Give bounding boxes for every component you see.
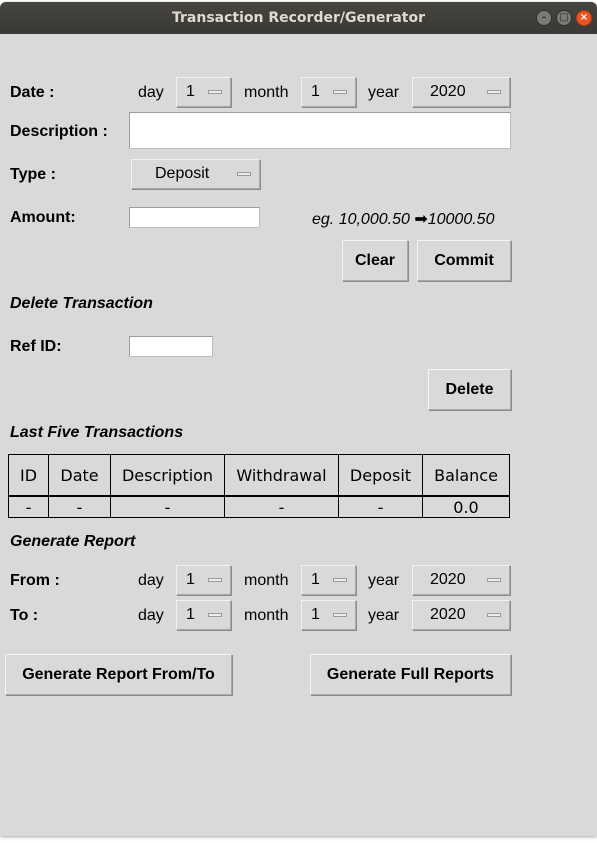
delete-section-heading: Delete Transaction bbox=[10, 295, 153, 312]
maximize-icon[interactable]: □ bbox=[556, 10, 572, 26]
amount-hint-suffix: 10000.50 bbox=[427, 211, 495, 228]
amount-hint-prefix: eg. 10,000.50 bbox=[312, 211, 410, 228]
amount-input[interactable] bbox=[129, 207, 260, 228]
to-month-label: month bbox=[244, 607, 289, 624]
column-header-date: Date bbox=[48, 454, 111, 497]
title-bar[interactable]: Transaction Recorder/Generator – □ × bbox=[0, 2, 597, 34]
column-header-description: Description bbox=[110, 454, 225, 497]
date-day-label: day bbox=[138, 84, 164, 101]
table-cell: - bbox=[224, 495, 339, 518]
table-cell: - bbox=[338, 495, 423, 518]
to-month-select[interactable]: 1 bbox=[301, 600, 356, 630]
from-label: From : bbox=[10, 572, 60, 589]
to-label: To : bbox=[10, 607, 39, 624]
column-header-withdrawal: Withdrawal bbox=[224, 454, 339, 497]
generate-report-from-to-button[interactable]: Generate Report From/To bbox=[5, 654, 232, 695]
arrow-right-icon: ➡ bbox=[414, 211, 428, 228]
from-year-label: year bbox=[368, 572, 400, 589]
date-year-select[interactable]: 2020 bbox=[412, 77, 510, 107]
type-value: Deposit bbox=[155, 165, 210, 182]
to-day-select[interactable]: 1 bbox=[176, 600, 231, 630]
clear-button[interactable]: Clear bbox=[342, 240, 408, 281]
column-header-deposit: Deposit bbox=[338, 454, 423, 497]
last-five-heading: Last Five Transactions bbox=[10, 424, 184, 441]
table-cell: - bbox=[8, 495, 49, 518]
generate-full-reports-button[interactable]: Generate Full Reports bbox=[310, 654, 511, 695]
column-header-balance: Balance bbox=[422, 454, 510, 497]
ref-id-input[interactable] bbox=[129, 336, 213, 357]
to-year-select[interactable]: 2020 bbox=[412, 600, 510, 630]
date-day-value: 1 bbox=[186, 83, 195, 100]
from-year-value: 2020 bbox=[430, 571, 466, 588]
from-month-label: month bbox=[244, 572, 289, 589]
app-window: Transaction Recorder/Generator – □ × Dat… bbox=[0, 2, 597, 836]
to-day-value: 1 bbox=[186, 606, 195, 623]
amount-hint: eg. 10,000.50 ➡10000.50 bbox=[312, 209, 494, 229]
date-month-label: month bbox=[244, 84, 289, 101]
from-day-label: day bbox=[138, 572, 164, 589]
dropdown-indicator-icon bbox=[487, 90, 501, 94]
type-select[interactable]: Deposit bbox=[131, 159, 260, 189]
to-month-value: 1 bbox=[311, 606, 320, 623]
dropdown-indicator-icon bbox=[208, 90, 222, 94]
table-cell: 0.0 bbox=[422, 495, 510, 518]
ref-id-label: Ref ID: bbox=[10, 338, 62, 355]
close-icon[interactable]: × bbox=[576, 10, 592, 26]
description-label: Description : bbox=[10, 123, 108, 140]
from-day-value: 1 bbox=[186, 571, 195, 588]
dropdown-indicator-icon bbox=[487, 578, 501, 582]
dropdown-indicator-icon bbox=[333, 578, 347, 582]
date-year-value: 2020 bbox=[430, 83, 466, 100]
date-month-value: 1 bbox=[311, 83, 320, 100]
from-month-select[interactable]: 1 bbox=[301, 565, 356, 595]
to-year-label: year bbox=[368, 607, 400, 624]
table-cell: - bbox=[110, 495, 225, 518]
window-title: Transaction Recorder/Generator bbox=[171, 10, 425, 26]
date-label: Date : bbox=[10, 84, 55, 101]
to-day-label: day bbox=[138, 607, 164, 624]
transactions-table: ID Date Description Withdrawal Deposit B… bbox=[8, 454, 510, 518]
from-year-select[interactable]: 2020 bbox=[412, 565, 510, 595]
description-input[interactable] bbox=[129, 112, 511, 149]
dropdown-indicator-icon bbox=[333, 90, 347, 94]
table-cell: - bbox=[48, 495, 111, 518]
from-month-value: 1 bbox=[311, 571, 320, 588]
type-label: Type : bbox=[10, 166, 56, 183]
delete-button[interactable]: Delete bbox=[428, 369, 511, 410]
report-heading: Generate Report bbox=[10, 533, 136, 550]
commit-button[interactable]: Commit bbox=[417, 240, 511, 281]
dropdown-indicator-icon bbox=[487, 613, 501, 617]
minimize-icon[interactable]: – bbox=[536, 10, 552, 26]
date-day-select[interactable]: 1 bbox=[176, 77, 231, 107]
date-year-label: year bbox=[368, 84, 400, 101]
dropdown-indicator-icon bbox=[237, 172, 251, 176]
dropdown-indicator-icon bbox=[208, 578, 222, 582]
table-row: - - - - - 0.0 bbox=[8, 495, 510, 518]
from-day-select[interactable]: 1 bbox=[176, 565, 231, 595]
date-month-select[interactable]: 1 bbox=[301, 77, 356, 107]
dropdown-indicator-icon bbox=[208, 613, 222, 617]
to-year-value: 2020 bbox=[430, 606, 466, 623]
amount-label: Amount: bbox=[10, 209, 76, 226]
table-header-row: ID Date Description Withdrawal Deposit B… bbox=[8, 454, 510, 497]
column-header-id: ID bbox=[8, 454, 49, 497]
dropdown-indicator-icon bbox=[333, 613, 347, 617]
